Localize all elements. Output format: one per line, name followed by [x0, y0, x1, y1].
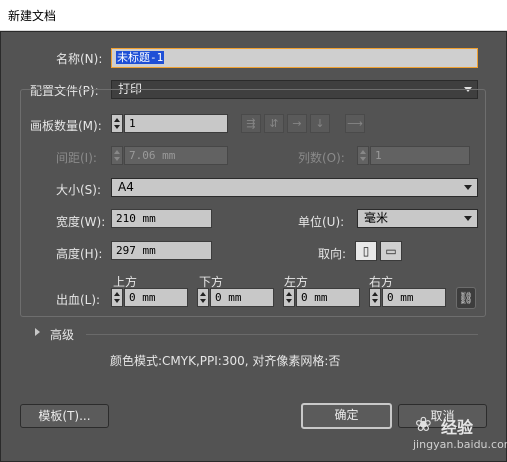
window-title: 新建文档	[8, 9, 57, 23]
chevron-down-icon	[464, 216, 472, 221]
arrange-by-row-icon[interactable]: →	[287, 114, 307, 133]
spacing-stepper[interactable]	[111, 146, 123, 165]
advanced-toggle[interactable]: 高级	[50, 326, 74, 343]
grid-by-column-icon[interactable]: ⇵	[264, 114, 284, 133]
height-input[interactable]: 297 mm	[111, 241, 212, 260]
portrait-icon[interactable]: ▯	[355, 241, 377, 261]
size-label: 大小(S):	[56, 183, 102, 197]
bleed-bottom-input[interactable]: 0 mm	[210, 288, 274, 307]
artboards-label: 画板数量(M):	[30, 119, 102, 133]
cancel-button[interactable]: 取消	[398, 404, 487, 428]
title-bar: 新建文档	[0, 0, 507, 31]
name-label: 名称(N):	[56, 52, 103, 66]
columns-label: 列数(O):	[298, 151, 345, 165]
bleed-right-stepper[interactable]	[369, 288, 381, 307]
bleed-label: 出血(L):	[56, 293, 101, 307]
orientation-label: 取向:	[318, 247, 347, 261]
height-label: 高度(H):	[56, 247, 103, 261]
artboards-stepper[interactable]	[111, 114, 123, 133]
right-to-left-icon[interactable]: ⟶	[345, 114, 365, 133]
artboards-input[interactable]: 1	[124, 114, 228, 133]
bleed-left-input[interactable]: 0 mm	[296, 288, 360, 307]
bleed-left-stepper[interactable]	[283, 288, 295, 307]
size-dropdown[interactable]: A4	[111, 178, 478, 197]
divider	[86, 334, 478, 335]
size-value: A4	[118, 180, 134, 194]
columns-stepper[interactable]	[357, 146, 369, 165]
chevron-down-icon	[464, 185, 472, 190]
units-label: 单位(U):	[298, 215, 345, 229]
name-input[interactable]: 未标题-1	[111, 48, 478, 68]
spacing-label: 间距(I):	[56, 151, 97, 165]
disclosure-triangle-icon[interactable]	[35, 328, 40, 336]
name-input-value: 未标题-1	[116, 51, 165, 64]
landscape-icon[interactable]: ▭	[380, 241, 402, 261]
bleed-top-input[interactable]: 0 mm	[124, 288, 188, 307]
bleed-bottom-stepper[interactable]	[197, 288, 209, 307]
chain-link-icon[interactable]: ⛓	[456, 287, 476, 309]
columns-input[interactable]: 1	[370, 146, 470, 165]
width-input[interactable]: 210 mm	[111, 209, 212, 228]
units-dropdown[interactable]: 毫米	[357, 209, 478, 228]
width-label: 宽度(W):	[56, 215, 106, 229]
ok-button[interactable]: 确定	[301, 403, 392, 429]
bleed-top-stepper[interactable]	[111, 288, 123, 307]
grid-by-row-icon[interactable]: ⇶	[241, 114, 261, 133]
templates-button[interactable]: 模板(T)...	[20, 404, 109, 428]
arrange-by-column-icon[interactable]: ↓	[310, 114, 330, 133]
document-summary: 颜色模式:CMYK,PPI:300, 对齐像素网格:否	[110, 354, 341, 368]
spacing-input[interactable]: 7.06 mm	[124, 146, 228, 165]
units-value: 毫米	[364, 211, 389, 225]
bleed-right-input[interactable]: 0 mm	[382, 288, 446, 307]
